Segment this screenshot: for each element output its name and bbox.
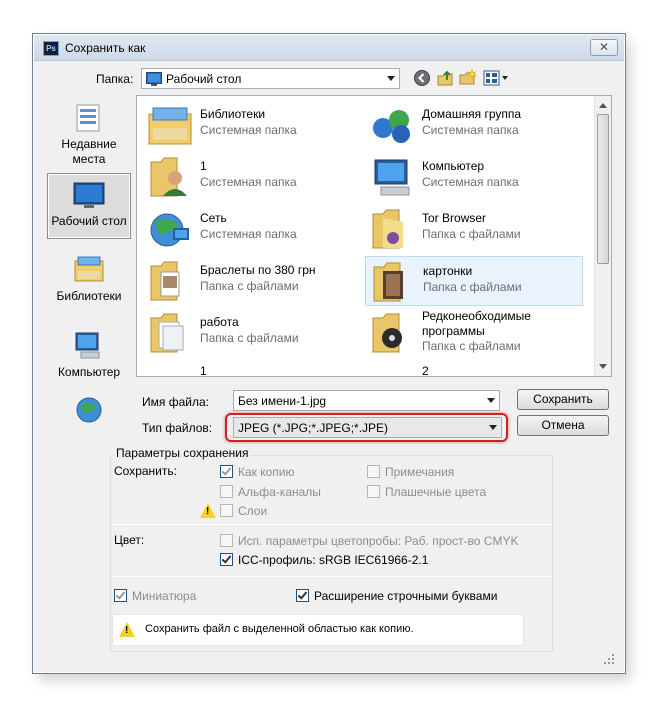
- folder-icon: [372, 313, 402, 353]
- chevron-down-icon[interactable]: [487, 398, 495, 403]
- spot-colors-checkbox: Плашечные цвета: [367, 485, 486, 499]
- thumbnail-checkbox: Миниатюра: [114, 589, 196, 603]
- cancel-button[interactable]: Отмена: [517, 415, 609, 436]
- place-label: Рабочий стол: [51, 214, 127, 228]
- scroll-down-icon[interactable]: [599, 364, 607, 369]
- folder-icon: [150, 313, 184, 353]
- divider: [112, 576, 552, 577]
- alpha-channels-checkbox: Альфа-каналы: [220, 485, 321, 499]
- list-item[interactable]: Браслеты по 380 грн Папка с файлами: [143, 256, 361, 306]
- view-menu-icon[interactable]: [483, 69, 509, 87]
- homegroup-icon: [373, 110, 410, 143]
- list-item[interactable]: работа Папка с файлами: [143, 308, 361, 358]
- list-item[interactable]: Сеть Системная папка: [143, 204, 361, 254]
- place-libraries[interactable]: Библиотеки: [47, 255, 131, 304]
- chevron-down-icon[interactable]: [387, 76, 395, 81]
- close-button[interactable]: ✕: [590, 39, 618, 56]
- file-list[interactable]: Библиотеки Системная папка Домашняя груп…: [136, 95, 612, 377]
- warning-icon: !: [119, 622, 135, 637]
- new-folder-icon[interactable]: [459, 69, 477, 87]
- place-computer[interactable]: Компьютер: [47, 331, 131, 380]
- filename-value: Без имени-1.jpg: [238, 394, 327, 408]
- place-label: Библиотеки: [56, 289, 122, 303]
- divider: [112, 524, 552, 525]
- notes-checkbox: Примечания: [367, 465, 454, 479]
- list-item[interactable]: 1 Системная папка: [143, 152, 361, 202]
- title-bar[interactable]: Ps Сохранить как ✕: [34, 35, 624, 61]
- filename-label: Имя файла:: [142, 395, 209, 409]
- save-options-title: Параметры сохранения: [114, 446, 251, 460]
- libraries-icon: [74, 256, 104, 282]
- places-bar: Недавние места Рабочий стол Библиотеки К…: [43, 95, 133, 423]
- folder-icon: [150, 261, 180, 301]
- recent-places-icon: [76, 104, 100, 132]
- list-item[interactable]: 1: [143, 360, 361, 377]
- resize-grip-icon[interactable]: [604, 654, 616, 666]
- place-label: Недавние места: [61, 137, 117, 166]
- location-label: Папка:: [96, 72, 134, 86]
- dialog-title: Сохранить как: [65, 41, 146, 55]
- save-label: Сохранить:: [114, 464, 177, 478]
- save-button[interactable]: Сохранить: [517, 389, 609, 410]
- list-item[interactable]: Tor Browser Папка с файлами: [365, 204, 583, 254]
- file-list-scrollbar[interactable]: [594, 96, 611, 376]
- warning-note-box: ! Сохранить файл с выделенной областью к…: [112, 614, 524, 646]
- layers-checkbox: Слои: [220, 504, 267, 518]
- location-dropdown[interactable]: Рабочий стол: [141, 68, 400, 89]
- lowercase-extension-checkbox[interactable]: Расширение строчными буквами: [296, 589, 497, 603]
- location-value: Рабочий стол: [166, 72, 242, 86]
- warning-icon: !: [200, 503, 216, 518]
- list-item[interactable]: 2: [365, 360, 583, 377]
- up-folder-icon[interactable]: [436, 69, 454, 87]
- filetype-highlight: [225, 413, 508, 442]
- scroll-thumb[interactable]: [597, 114, 609, 264]
- desktop-icon: [146, 72, 162, 86]
- list-item-selected[interactable]: картонки Папка с файлами: [365, 256, 583, 306]
- color-label: Цвет:: [114, 533, 145, 547]
- network-icon: [150, 213, 189, 247]
- list-item[interactable]: Библиотеки Системная папка: [143, 100, 361, 150]
- place-desktop[interactable]: Рабочий стол: [47, 173, 131, 239]
- filename-input[interactable]: Без имени-1.jpg: [233, 390, 500, 411]
- list-item[interactable]: Редконеобходимые программы Папка с файла…: [365, 308, 583, 358]
- back-icon[interactable]: [413, 69, 431, 87]
- desktop-icon: [73, 182, 105, 208]
- list-item[interactable]: Компьютер Системная папка: [365, 152, 583, 202]
- list-item[interactable]: Домашняя группа Системная папка: [365, 100, 583, 150]
- place-recent[interactable]: Недавние места: [47, 103, 131, 167]
- computer-icon: [75, 332, 100, 359]
- image-file-icon: [369, 364, 415, 377]
- computer-icon: [374, 159, 410, 196]
- network-icon: [76, 397, 102, 423]
- filetype-label: Тип файлов:: [142, 421, 213, 435]
- proof-setup-checkbox: Исп. параметры цветопробы: Раб. прост-во…: [220, 534, 518, 548]
- folder-icon: [372, 209, 403, 249]
- scroll-up-icon[interactable]: [599, 103, 607, 108]
- warning-note-text: Сохранить файл с выделенной областью как…: [145, 623, 414, 635]
- as-copy-checkbox: Как копию: [220, 465, 295, 479]
- user-folder-icon: [150, 157, 187, 197]
- folder-icon: [373, 262, 403, 302]
- place-label: Компьютер: [57, 365, 121, 379]
- photoshop-app-icon: Ps: [43, 41, 59, 56]
- image-file-icon: [147, 364, 193, 377]
- icc-profile-checkbox[interactable]: ICC-профиль: sRGB IEC61966-2.1: [220, 553, 428, 567]
- libraries-icon: [148, 107, 192, 145]
